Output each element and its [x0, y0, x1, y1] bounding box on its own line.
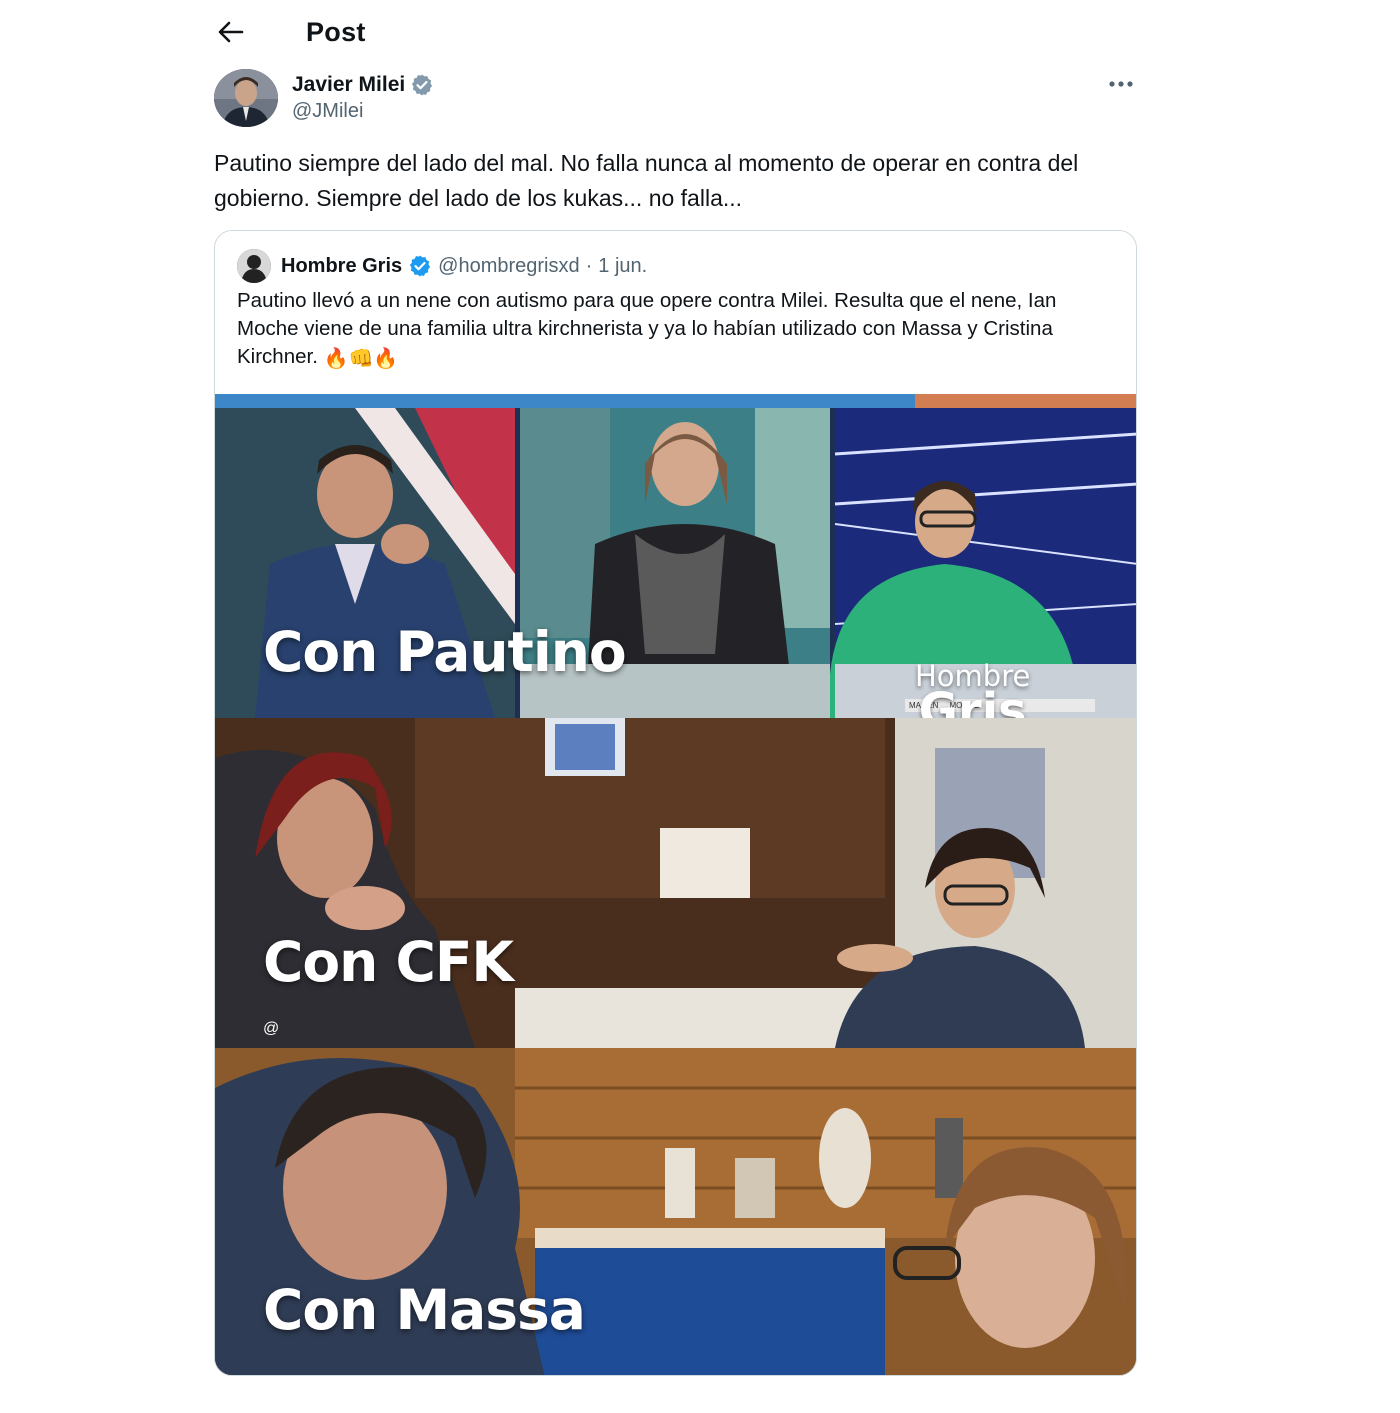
panel-caption: Con CFK [263, 930, 514, 994]
fire-emoji: 🔥 [323, 348, 349, 370]
arrow-left-icon [218, 21, 244, 43]
fire-emoji: 🔥 [373, 348, 399, 370]
avatar[interactable] [214, 69, 278, 127]
post-text: Pautino siempre del lado del mal. No fal… [214, 150, 1079, 211]
author-handle[interactable]: @JMilei [292, 100, 434, 123]
quoted-media-image[interactable]: Con Pautino MA LEN ... MOCHE Hombre Gris [215, 394, 1136, 1375]
media-panel-kitchen: Con Massa [215, 1048, 1136, 1375]
verified-badge-icon [410, 255, 431, 277]
panel-caption: Con Pautino [263, 620, 627, 684]
fist-emoji: 👊 [348, 348, 374, 370]
media-panel-office: Con CFK @ [215, 718, 1136, 1048]
at-mark: @ [263, 1020, 280, 1037]
quoted-author-handle[interactable]: @hombregrisxd [438, 255, 579, 278]
quoted-post-text-block: Pautino llevó a un nene con autismo para… [237, 287, 1117, 371]
verified-badge-icon [412, 74, 433, 96]
watermark-line-2: Gris [918, 683, 1027, 718]
author-name[interactable]: Javier Milei [292, 73, 405, 97]
quoted-author-name[interactable]: Hombre Gris [281, 255, 402, 278]
top-bar: Post [214, 12, 366, 52]
quoted-post-date[interactable]: 1 jun. [598, 255, 647, 278]
meta-separator: · [585, 254, 593, 277]
post-author: Javier Milei @JMilei [214, 69, 434, 127]
more-options-button[interactable] [1106, 72, 1136, 96]
quoted-avatar[interactable] [237, 249, 271, 283]
page-title: Post [306, 16, 366, 47]
quoted-post-header: Hombre Gris @hombregrisxd · 1 jun. [237, 249, 647, 283]
media-panel-studio: Con Pautino MA LEN ... MOCHE Hombre Gris [215, 394, 1136, 719]
more-horizontal-icon [1109, 81, 1133, 87]
quoted-post[interactable]: Hombre Gris @hombregrisxd · 1 jun. Pauti… [214, 230, 1137, 1376]
back-button[interactable] [214, 15, 248, 49]
panel-caption: Con Massa [263, 1278, 586, 1342]
watermark: Hombre Gris [915, 662, 1030, 719]
